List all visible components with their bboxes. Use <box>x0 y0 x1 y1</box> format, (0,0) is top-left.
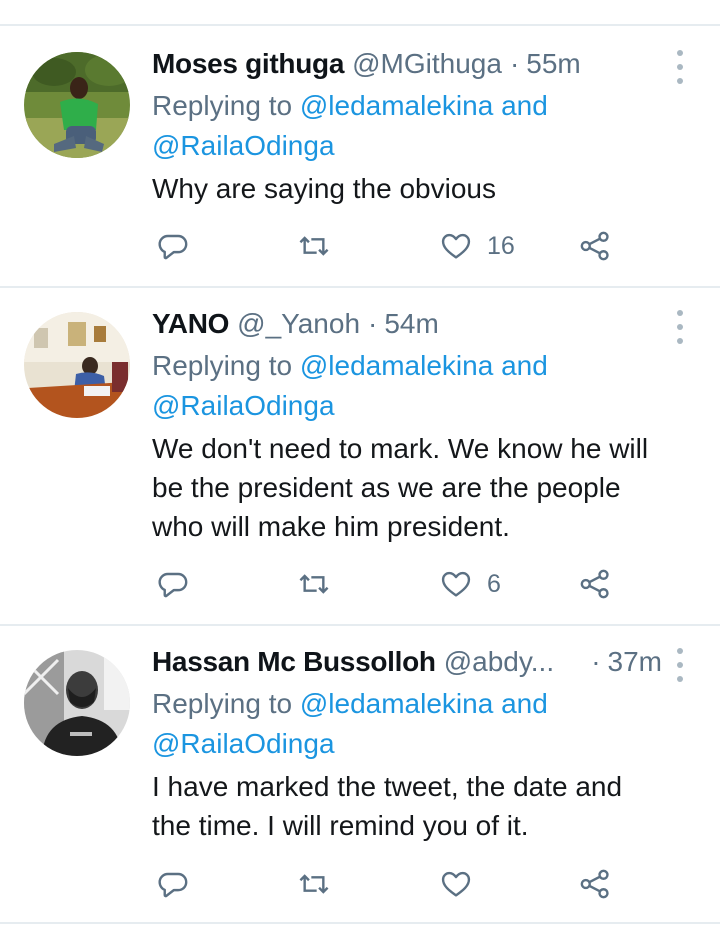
replying-prefix: Replying to <box>152 350 293 381</box>
replying-prefix: Replying to <box>152 90 293 121</box>
user-handle[interactable]: @MGithuga <box>352 44 502 84</box>
like-icon <box>441 233 471 259</box>
replying-to: Replying to @ledamalekina and @RailaOdin… <box>152 346 672 426</box>
reply-button[interactable] <box>157 864 189 904</box>
share-button[interactable] <box>578 564 612 604</box>
tweet-divider <box>0 624 720 626</box>
tweet-text-line: Why are saying the obvious <box>152 173 496 204</box>
tweet[interactable]: YANO @_Yanoh · 54m Replying to @ledamale… <box>0 304 720 622</box>
share-icon <box>580 869 609 899</box>
more-vertical-icon[interactable] <box>670 310 690 344</box>
replying-prefix: Replying to <box>152 688 293 719</box>
tweet-text: I have marked the tweet, the date and th… <box>152 767 692 845</box>
like-icon <box>441 871 471 897</box>
avatar[interactable] <box>24 650 130 756</box>
reply-icon <box>158 572 188 598</box>
share-button[interactable] <box>578 864 612 904</box>
tweet-text-line: We don't need to mark. We know he will <box>152 433 649 464</box>
tweet-text-line: the time. I will remind you of it. <box>152 810 529 841</box>
display-name[interactable]: Hassan Mc Bussolloh <box>152 642 436 682</box>
action-bar <box>0 864 720 904</box>
action-bar: 16 <box>0 226 720 266</box>
reply-button[interactable] <box>157 226 189 266</box>
tweet-header: Hassan Mc Bussolloh @abdy... · 37m <box>152 642 662 682</box>
mention-link[interactable]: @RailaOdinga <box>152 728 335 759</box>
like-button[interactable] <box>439 864 473 904</box>
display-name[interactable]: Moses githuga <box>152 44 344 84</box>
avatar[interactable] <box>24 312 130 418</box>
tweet-text-line: who will make him president. <box>152 511 510 542</box>
replying-and: and <box>501 90 548 121</box>
tweet[interactable]: Moses githuga @MGithuga · 55m Replying t… <box>0 44 720 286</box>
separator-dot: · <box>591 646 601 677</box>
like-button[interactable]: 6 <box>439 564 501 604</box>
tweet-divider <box>0 286 720 288</box>
user-handle[interactable]: @abdy... <box>444 642 554 682</box>
like-count: 6 <box>487 569 501 598</box>
tweet-text-line: be the president as we are the people <box>152 472 621 503</box>
reply-icon <box>158 234 188 260</box>
share-icon <box>580 231 609 261</box>
action-bar: 6 <box>0 564 720 604</box>
tweet-header: YANO @_Yanoh · 54m <box>152 304 662 344</box>
retweet-icon <box>299 574 329 594</box>
separator-dot: · <box>368 308 378 339</box>
mention-link[interactable]: @ledamalekina <box>300 688 493 719</box>
mention-link[interactable]: @RailaOdinga <box>152 390 335 421</box>
replying-to: Replying to @ledamalekina and @RailaOdin… <box>152 86 672 166</box>
more-vertical-icon[interactable] <box>670 648 690 682</box>
retweet-icon <box>299 874 329 894</box>
mention-link[interactable]: @ledamalekina <box>300 350 493 381</box>
like-button[interactable]: 16 <box>439 226 515 266</box>
retweet-button[interactable] <box>297 564 331 604</box>
share-icon <box>580 569 609 599</box>
replying-and: and <box>501 350 548 381</box>
user-handle[interactable]: @_Yanoh <box>237 304 360 344</box>
avatar[interactable] <box>24 52 130 158</box>
display-name[interactable]: YANO <box>152 304 229 344</box>
like-count: 16 <box>487 231 515 260</box>
reply-button[interactable] <box>157 564 189 604</box>
more-vertical-icon[interactable] <box>670 50 690 84</box>
replying-and: and <box>501 688 548 719</box>
replying-to: Replying to @ledamalekina and @RailaOdin… <box>152 684 672 764</box>
bottom-divider <box>0 922 720 924</box>
reply-icon <box>158 872 188 898</box>
mention-link[interactable]: @RailaOdinga <box>152 130 335 161</box>
separator-dot: · <box>509 48 520 79</box>
timestamp[interactable]: 54m <box>384 304 438 344</box>
retweet-icon <box>299 236 329 256</box>
timestamp[interactable]: 55m <box>526 44 580 84</box>
like-icon <box>441 571 471 597</box>
tweet-text-line: I have marked the tweet, the date and <box>152 771 623 802</box>
tweet-header: Moses githuga @MGithuga · 55m <box>152 44 662 84</box>
timestamp[interactable]: 37m <box>608 642 662 682</box>
tweet-text: Why are saying the obvious <box>152 169 692 208</box>
top-divider <box>0 24 720 26</box>
retweet-button[interactable] <box>297 864 331 904</box>
tweet[interactable]: Hassan Mc Bussolloh @abdy... · 37m Reply… <box>0 642 720 922</box>
tweet-text: We don't need to mark. We know he will b… <box>152 429 692 546</box>
mention-link[interactable]: @ledamalekina <box>300 90 493 121</box>
share-button[interactable] <box>578 226 612 266</box>
retweet-button[interactable] <box>297 226 331 266</box>
